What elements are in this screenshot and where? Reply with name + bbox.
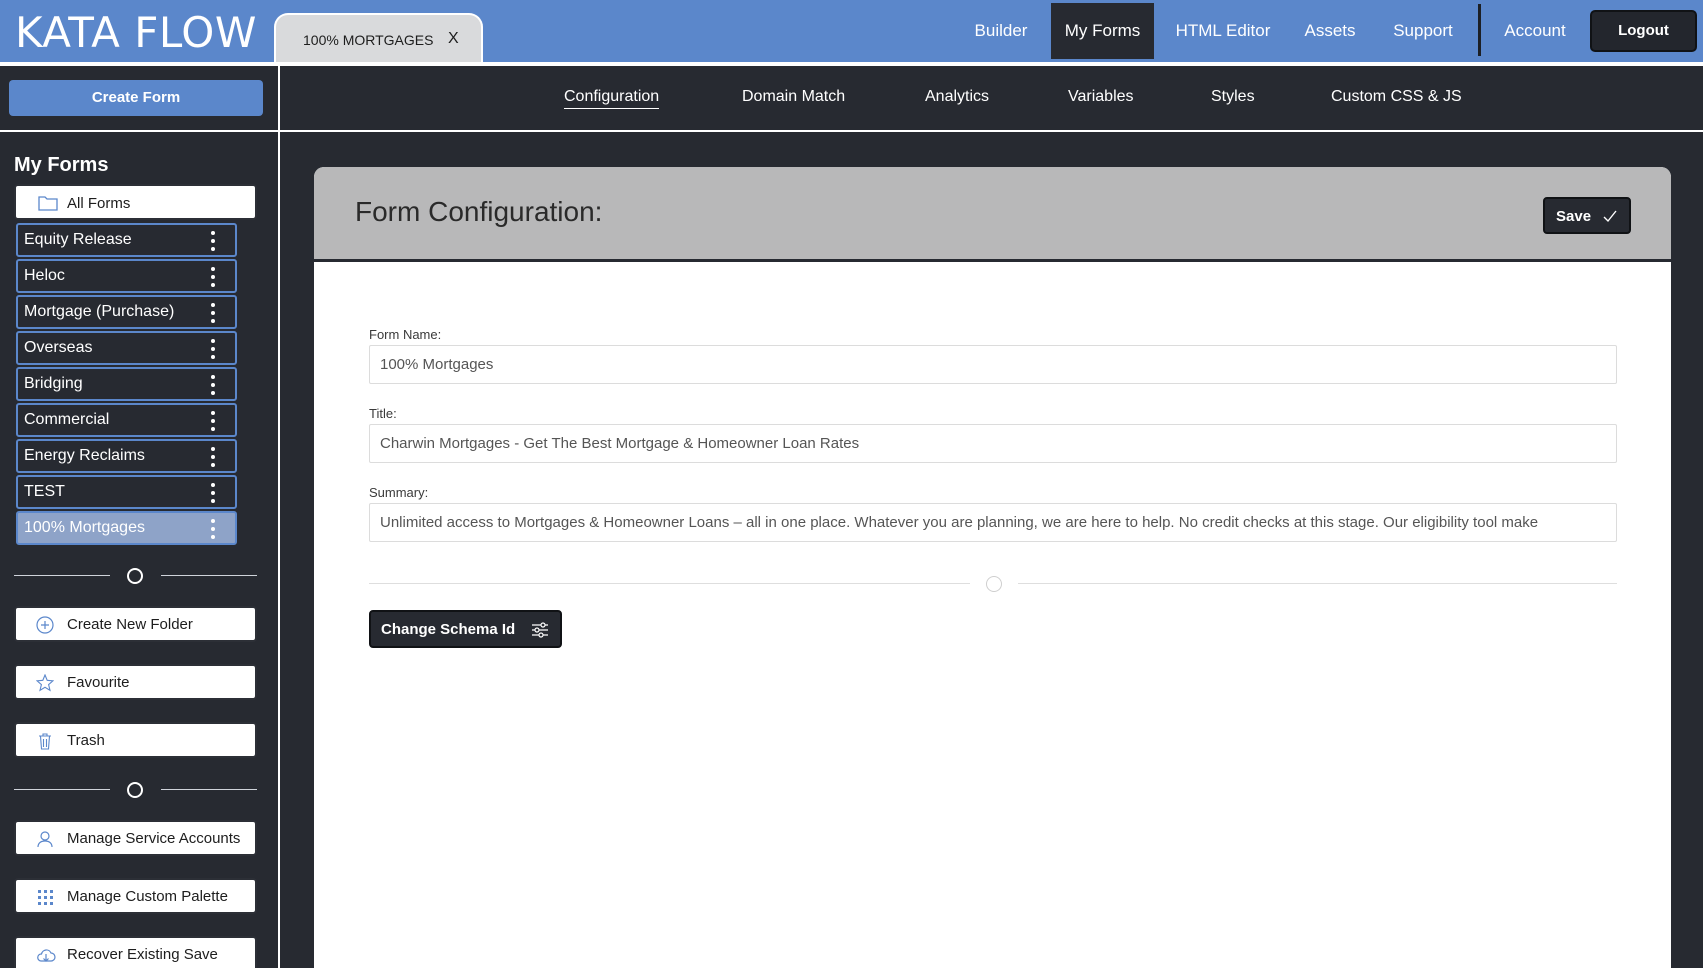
all-forms-label: All Forms [67,195,131,212]
change-schema-id-button[interactable]: Change Schema Id [369,610,562,648]
panel-header: Form Configuration: Save [314,167,1671,262]
favourite-button[interactable]: Favourite [14,664,257,700]
form-name-input[interactable]: 100% Mortgages [369,345,1617,384]
cloud-icon [36,946,56,964]
form-item-label: Mortgage (Purchase) [24,303,175,320]
sliders-icon [530,620,550,644]
create-form-button[interactable]: Create Form [9,80,263,116]
kebab-menu-icon[interactable] [205,336,221,362]
form-item-label: TEST [24,483,65,500]
form-item-label: Bridging [24,375,83,392]
form-item-bridging[interactable]: Bridging [16,367,237,401]
create-new-folder-label: Create New Folder [67,616,193,633]
manage-custom-palette-button[interactable]: Manage Custom Palette [14,878,257,914]
form-item-label: Heloc [24,267,65,284]
logout-button[interactable]: Logout [1590,10,1697,52]
kebab-menu-icon[interactable] [205,480,221,506]
title-label: Title: [369,406,397,421]
form-item-overseas[interactable]: Overseas [16,331,237,365]
tab-custom-css-js[interactable]: Custom CSS & JS [1331,88,1462,106]
panel-separator [369,576,1617,592]
form-name-label: Form Name: [369,327,442,342]
save-button[interactable]: Save [1543,197,1631,234]
nav-my-forms[interactable]: My Forms [1051,3,1154,59]
kebab-menu-icon[interactable] [205,516,221,542]
nav-support[interactable]: Support [1385,0,1461,62]
form-item-100-mortgages[interactable]: 100% Mortgages [16,511,237,545]
open-form-tab[interactable]: 100% MORTGAGES X [274,13,483,62]
tab-styles[interactable]: Styles [1211,88,1255,106]
check-icon [1602,208,1618,228]
manage-custom-palette-label: Manage Custom Palette [67,888,228,905]
nav-assets[interactable]: Assets [1298,0,1362,62]
manage-service-accounts-label: Manage Service Accounts [67,830,241,847]
summary-label: Summary: [369,485,429,500]
form-item-energy-reclaims[interactable]: Energy Reclaims [16,439,237,473]
recover-existing-save-label: Recover Existing Save [67,946,218,963]
title-input[interactable]: Charwin Mortgages - Get The Best Mortgag… [369,424,1617,463]
tab-configuration[interactable]: Configuration [564,88,660,109]
tab-domain-match[interactable]: Domain Match [742,88,845,106]
form-item-label: Commercial [24,411,110,428]
kebab-menu-icon[interactable] [205,444,221,470]
grid-icon [36,888,54,906]
config-subnav: Configuration Domain Match Analytics Var… [280,66,1703,130]
close-tab-button[interactable]: X [448,30,459,48]
summary-input[interactable]: Unlimited access to Mortgages & Homeowne… [369,503,1617,542]
sidebar-divider [0,130,278,132]
subnav-divider [280,130,1703,132]
nav-separator [1478,4,1481,56]
plus-circle-icon [36,616,54,634]
kebab-menu-icon[interactable] [205,228,221,254]
open-form-tab-title: 100% MORTGAGES [303,32,434,48]
brand-logo: KATA FLOW [15,8,257,57]
my-forms-heading: My Forms [14,154,109,176]
trash-icon [36,732,54,750]
form-item-heloc[interactable]: Heloc [16,259,237,293]
trash-label: Trash [67,732,105,749]
page-title: Form Configuration: [355,196,603,227]
top-bar: KATA FLOW 100% MORTGAGES X Builder My Fo… [0,0,1703,62]
form-configuration-panel: Form Configuration: Save Form Name: 100%… [314,167,1671,968]
kebab-menu-icon[interactable] [205,408,221,434]
kebab-menu-icon[interactable] [205,264,221,290]
form-item-label: Overseas [24,339,93,356]
change-schema-id-label: Change Schema Id [381,621,516,638]
section-separator [14,780,257,800]
kebab-menu-icon[interactable] [205,300,221,326]
nav-html-editor[interactable]: HTML Editor [1170,0,1276,62]
form-item-label: 100% Mortgages [24,519,145,536]
save-button-label: Save [1556,208,1592,225]
sidebar: Create Form My Forms All Forms Equity Re… [0,66,278,968]
form-item-mortgage-purchase[interactable]: Mortgage (Purchase) [16,295,237,329]
star-icon [35,673,55,692]
form-item-label: Equity Release [24,231,132,248]
trash-button[interactable]: Trash [14,722,257,758]
recover-existing-save-button[interactable]: Recover Existing Save [14,936,257,968]
all-forms-button[interactable]: All Forms [14,184,257,220]
nav-account[interactable]: Account [1497,0,1573,62]
create-new-folder-button[interactable]: Create New Folder [14,606,257,642]
nav-builder[interactable]: Builder [962,0,1040,62]
kebab-menu-icon[interactable] [205,372,221,398]
tab-analytics[interactable]: Analytics [925,88,989,106]
manage-service-accounts-button[interactable]: Manage Service Accounts [14,820,257,856]
tab-variables[interactable]: Variables [1068,88,1134,106]
form-item-label: Energy Reclaims [24,447,145,464]
user-icon [36,830,54,848]
form-item-test[interactable]: TEST [16,475,237,509]
folder-icon [38,195,58,215]
section-separator [14,566,257,586]
form-item-equity-release[interactable]: Equity Release [16,223,237,257]
favourite-label: Favourite [67,674,130,691]
form-item-commercial[interactable]: Commercial [16,403,237,437]
sidebar-border [278,66,280,968]
